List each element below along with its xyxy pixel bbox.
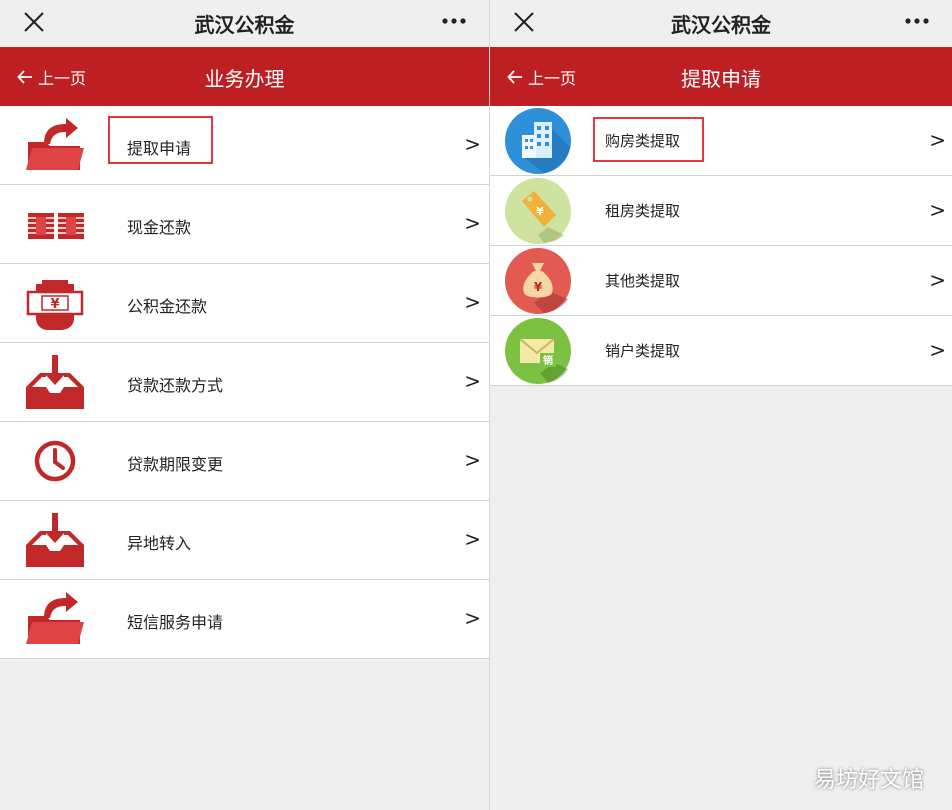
chevron-right-icon: > xyxy=(464,211,481,235)
item-label: 公积金还款 xyxy=(127,297,208,316)
right-top-bar: 武汉公积金 xyxy=(490,0,952,47)
item-label: 租房类提取 xyxy=(605,202,681,220)
chevron-right-icon: > xyxy=(929,338,946,362)
list-item-transfer-in[interactable]: 异地转入 > xyxy=(0,501,489,580)
item-label: 销户类提取 xyxy=(605,342,681,360)
envelope-icon: 销 xyxy=(505,318,571,384)
withdrawal-list: 购房类提取 > ¥ 租房类提取 > ¥ 其他类提取 > 销 销户类提取 > xyxy=(490,106,952,386)
chevron-right-icon: > xyxy=(464,448,481,472)
item-label: 现金还款 xyxy=(127,218,192,237)
inbox-download-icon xyxy=(26,355,84,409)
clock-icon xyxy=(34,440,76,482)
business-list: 提取申请 > 现金还款 > ¥ 公积金还款 > 贷款还款方式 > 贷款期限变更 … xyxy=(0,106,489,659)
folder-arrow-icon xyxy=(26,118,84,170)
page-title: 业务办理 xyxy=(204,67,285,91)
hand-yuan-icon: ¥ xyxy=(26,280,84,330)
list-item-loan-term-change[interactable]: 贷款期限变更 > xyxy=(0,422,489,501)
list-item-cash-repayment[interactable]: 现金还款 > xyxy=(0,185,489,264)
list-item-house-purchase-withdrawal[interactable]: 购房类提取 > xyxy=(490,106,952,176)
yuan-glyph: ¥ xyxy=(50,297,59,312)
page-title: 提取申请 xyxy=(681,67,761,91)
app-title: 武汉公积金 xyxy=(671,13,771,37)
chevron-right-icon: > xyxy=(929,198,946,222)
chevron-right-icon: > xyxy=(464,290,481,314)
chevron-right-icon: > xyxy=(464,527,481,551)
list-item-other-withdrawal[interactable]: ¥ 其他类提取 > xyxy=(490,246,952,316)
item-label: 贷款期限变更 xyxy=(127,455,224,474)
list-item-fund-repayment[interactable]: ¥ 公积金还款 > xyxy=(0,264,489,343)
left-header: 上一页 业务办理 xyxy=(0,47,489,106)
highlight-box xyxy=(593,117,704,162)
list-item-account-closure-withdrawal[interactable]: 销 销户类提取 > xyxy=(490,316,952,386)
cash-stack-icon xyxy=(28,213,84,239)
left-top-bar: 武汉公积金 xyxy=(0,0,489,47)
more-icon[interactable] xyxy=(904,12,930,30)
price-tag-yuan-icon: ¥ xyxy=(505,178,571,244)
list-item-withdrawal-application[interactable]: 提取申请 > xyxy=(0,106,489,185)
list-item-sms-service[interactable]: 短信服务申请 > xyxy=(0,580,489,659)
app-title: 武汉公积金 xyxy=(194,13,295,37)
building-icon xyxy=(505,108,571,174)
yuan-glyph: ¥ xyxy=(536,205,544,218)
list-item-rent-withdrawal[interactable]: ¥ 租房类提取 > xyxy=(490,176,952,246)
chevron-right-icon: > xyxy=(464,606,481,630)
chevron-right-icon: > xyxy=(929,128,946,152)
yuan-glyph: ¥ xyxy=(534,280,543,294)
folder-arrow-icon xyxy=(26,592,84,644)
watermark: 易坊好文馆 xyxy=(813,768,924,793)
left-screen: 武汉公积金 上一页 业务办理 提取申请 > 现金还款 > ¥ 公积金还款 > 贷… xyxy=(0,0,489,810)
chevron-right-icon: > xyxy=(929,268,946,292)
item-label: 短信服务申请 xyxy=(127,613,224,632)
list-item-loan-repayment-method[interactable]: 贷款还款方式 > xyxy=(0,343,489,422)
item-label: 其他类提取 xyxy=(605,272,681,290)
money-bag-icon: ¥ xyxy=(505,248,571,314)
chevron-right-icon: > xyxy=(464,132,481,156)
highlight-box xyxy=(108,116,213,164)
inbox-download-icon xyxy=(26,513,84,567)
right-header: 上一页 提取申请 xyxy=(490,47,952,106)
more-icon[interactable] xyxy=(441,12,467,30)
item-label: 异地转入 xyxy=(127,534,192,553)
chevron-right-icon: > xyxy=(464,369,481,393)
item-label: 贷款还款方式 xyxy=(127,376,224,395)
right-screen: 武汉公积金 上一页 提取申请 购房类提取 > ¥ 租房类提取 > ¥ 其他类提取… xyxy=(490,0,952,810)
envelope-glyph: 销 xyxy=(543,354,553,367)
